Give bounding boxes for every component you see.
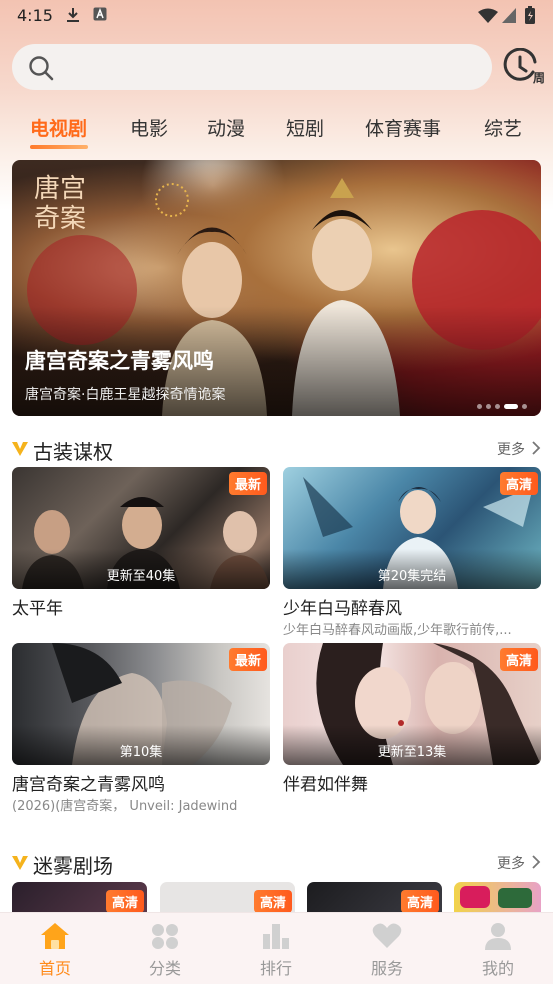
nav-ranking[interactable]: 排行 — [221, 913, 331, 984]
ranking-icon — [263, 924, 289, 949]
battery-icon — [525, 6, 535, 24]
quality-badge: 高清 — [105, 890, 144, 912]
card-desc: 少年白马醉春风动画版,少年歌行前传,... — [283, 623, 512, 638]
nav-service[interactable]: 服务 — [332, 913, 442, 984]
more-link[interactable]: 更多 — [497, 853, 525, 873]
nav-profile[interactable]: 我的 — [443, 913, 553, 984]
bottom-navigation: 首页 分类 排行 服务 我的 — [0, 912, 553, 984]
video-card-thumbnail[interactable]: 高清 — [307, 882, 442, 912]
tab-anime[interactable]: 动漫 — [207, 114, 245, 141]
wifi-icon — [478, 8, 498, 23]
tab-movies[interactable]: 电影 — [130, 114, 168, 141]
card-poster-art — [460, 886, 532, 908]
card-title[interactable]: 唐宫奇案之青雾风鸣 — [12, 770, 165, 795]
quality-badge: 最新 — [228, 472, 267, 495]
episode-status: 第10集 — [119, 745, 163, 760]
pagination-dot[interactable] — [486, 404, 491, 409]
banner-subtitle: 唐宫奇案·白鹿王星越探奇情诡案 — [25, 387, 226, 403]
download-icon — [67, 8, 79, 22]
search-input[interactable] — [12, 44, 492, 90]
quality-badge: 高清 — [400, 890, 439, 912]
pagination-dot[interactable] — [495, 404, 500, 409]
banner-title: 唐宫奇案之青雾风鸣 — [25, 349, 214, 373]
episode-status: 第20集完结 — [377, 569, 447, 584]
section-header-costume: 古装谋权 更多 — [12, 436, 541, 466]
home-icon — [41, 923, 69, 949]
more-link[interactable]: 更多 — [497, 439, 525, 459]
tab-active-indicator — [30, 145, 88, 149]
watch-history-button[interactable]: 周 — [503, 47, 545, 88]
video-card-thumbnail[interactable] — [454, 882, 541, 912]
card-thumbnail[interactable]: 最新 第10集 — [12, 643, 270, 765]
category-icon — [152, 924, 178, 949]
quality-badge: 高清 — [499, 472, 538, 495]
a-app-icon — [93, 7, 107, 21]
status-bar: 4:15 — [0, 0, 553, 34]
video-card[interactable]: 高清 更新至13集 伴君如伴舞 — [283, 643, 541, 795]
section-title: 迷雾剧场 — [33, 854, 113, 878]
quality-badge: 高清 — [253, 890, 292, 912]
video-card[interactable]: 最新 更新至40集 太平年 — [12, 467, 270, 619]
video-card-thumbnail[interactable]: 高清 — [12, 882, 147, 912]
chevron-right-icon[interactable] — [531, 440, 541, 456]
pagination-dot[interactable] — [477, 404, 482, 409]
section-header-mystery: 迷雾剧场 更多 — [12, 850, 541, 880]
section-v-icon — [12, 442, 28, 456]
card-title[interactable]: 少年白马醉春风 — [283, 594, 402, 619]
banner-pagination — [473, 396, 527, 409]
card-title[interactable]: 伴君如伴舞 — [283, 770, 368, 795]
card-desc: (2026)(唐宫奇案， Unveil: Jadewind — [12, 799, 238, 814]
nav-home[interactable]: 首页 — [0, 913, 110, 984]
video-card[interactable]: 高清 第20集完结 少年白马醉春风 少年白马醉春风动画版,少年歌行前传,... — [283, 467, 541, 638]
video-card[interactable]: 最新 第10集 唐宫奇案之青雾风鸣 (2026)(唐宫奇案， Unveil: J… — [12, 643, 270, 814]
pagination-dot[interactable] — [522, 404, 527, 409]
nav-category[interactable]: 分类 — [110, 913, 220, 984]
video-card-thumbnail[interactable]: 高清 — [160, 882, 295, 912]
search-icon — [29, 56, 54, 81]
nav-label: 分类 — [148, 959, 181, 978]
episode-status: 更新至13集 — [377, 745, 447, 760]
quality-badge: 高清 — [499, 648, 538, 671]
tab-sports[interactable]: 体育赛事 — [365, 114, 441, 141]
nav-label: 排行 — [259, 959, 292, 978]
featured-banner[interactable]: 唐宫奇案 唐宫奇案之青雾风鸣 唐宫奇案·白鹿王星越探奇情诡案 — [12, 160, 541, 416]
tab-tv-series[interactable]: 电视剧 — [30, 114, 87, 141]
history-week-label: 周 — [532, 71, 545, 85]
signal-icon — [502, 8, 516, 23]
tab-short-drama[interactable]: 短剧 — [286, 114, 324, 141]
card-thumbnail[interactable]: 最新 更新至40集 — [12, 467, 270, 589]
card-thumbnail[interactable]: 高清 第20集完结 — [283, 467, 541, 589]
status-time: 4:15 — [17, 6, 53, 25]
category-tabs: 电视剧 电影 动漫 短剧 体育赛事 综艺 — [0, 112, 553, 152]
chevron-right-icon[interactable] — [531, 854, 541, 870]
nav-label: 服务 — [370, 959, 403, 978]
section-v-icon — [12, 856, 28, 870]
heart-icon — [372, 923, 402, 948]
card-title[interactable]: 太平年 — [12, 594, 63, 619]
nav-label: 首页 — [38, 959, 71, 978]
card-thumbnail[interactable]: 高清 更新至13集 — [283, 643, 541, 765]
section-title: 古装谋权 — [33, 440, 113, 464]
nav-label: 我的 — [481, 959, 514, 978]
episode-status: 更新至40集 — [106, 569, 176, 584]
user-icon — [485, 923, 511, 950]
tab-variety[interactable]: 综艺 — [484, 114, 522, 141]
pagination-dot-active[interactable] — [504, 404, 518, 409]
quality-badge: 最新 — [228, 648, 267, 671]
